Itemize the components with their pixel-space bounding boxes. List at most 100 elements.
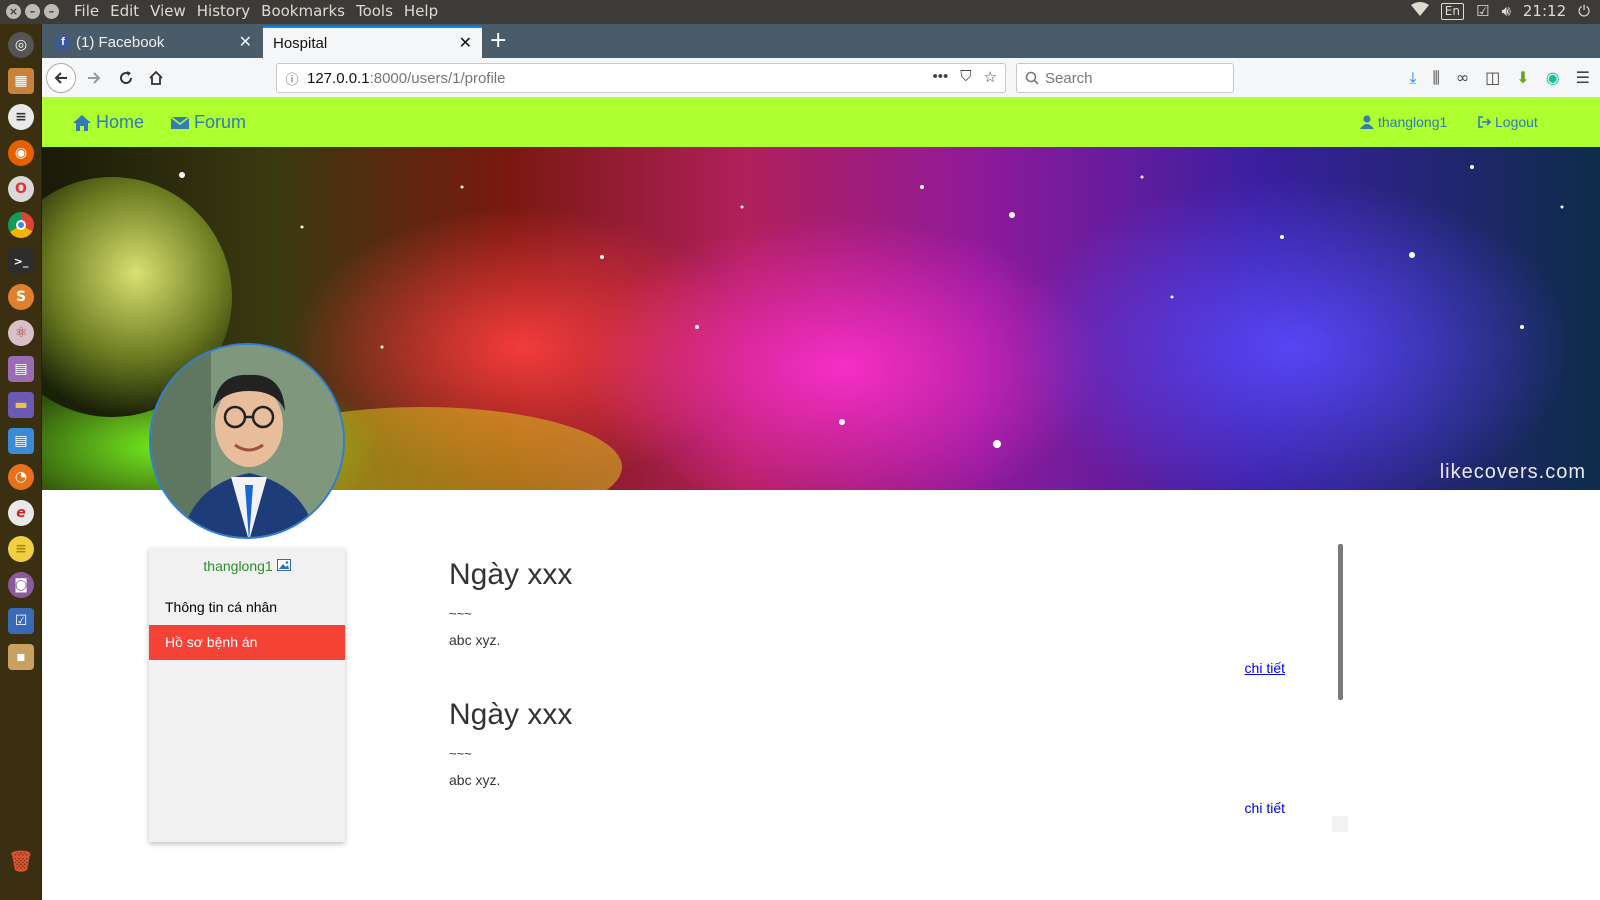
search-icon (1025, 71, 1039, 85)
menu-history[interactable]: History (197, 2, 250, 20)
notes-icon[interactable]: ≡ (8, 536, 34, 562)
webcam-icon[interactable]: ◙ (8, 572, 34, 598)
list-item: Ngày xxx ~~~ abc xyz. chi tiết (449, 684, 1285, 824)
chrome-icon[interactable] (8, 212, 34, 238)
app-launcher: ◎ ▦ ≡ ◉ O >_ S ⚛ ▤ ▬ ▤ ◔ e ≡ ◙ ☑ ▪ 🗑︎ (0, 24, 42, 900)
opera-icon[interactable]: O (8, 176, 34, 202)
entry-separator: ~~~ (449, 606, 472, 621)
sidebar-item-medical-records[interactable]: Hồ sơ bệnh án (149, 625, 345, 660)
avatar[interactable] (149, 343, 345, 539)
menu-view[interactable]: View (150, 2, 186, 20)
content-scrollbar[interactable] (1338, 544, 1343, 700)
disk-icon[interactable]: ≡ (8, 104, 34, 130)
app-menu-bar: File Edit View History Bookmarks Tools H… (74, 2, 438, 20)
browser-toolbar: ⓘ 127.0.0.1 :8000/users/1/profile ••• ⛉ … (42, 58, 1600, 98)
power-icon[interactable]: ⏻ (1578, 2, 1590, 20)
entry-detail-link[interactable]: chi tiết (1245, 800, 1285, 816)
search-placeholder: Search (1045, 69, 1093, 87)
minimize-window-button[interactable]: – (25, 4, 40, 19)
tasks-icon[interactable]: ☑ (8, 608, 34, 634)
firefox-icon[interactable]: ◉ (8, 140, 34, 166)
hamburger-menu-icon[interactable]: ☰ (1576, 68, 1590, 88)
cover-watermark: likecovers.com (1439, 461, 1586, 483)
nav-forum-link[interactable]: Forum (170, 112, 246, 133)
keyboard-layout-indicator[interactable]: En (1440, 2, 1464, 20)
page-actions-icon[interactable]: ••• (933, 68, 949, 86)
tab-title: (1) Facebook (76, 33, 165, 51)
nav-user-link[interactable]: thanglong1 (1360, 114, 1447, 130)
tab-facebook[interactable]: f (1) Facebook ✕ (46, 26, 262, 58)
private-mask-icon[interactable]: ∞ (1456, 68, 1469, 88)
menu-bookmarks[interactable]: Bookmarks (261, 2, 345, 20)
search-bar[interactable]: Search (1016, 63, 1234, 93)
terminal-icon[interactable]: >_ (8, 248, 34, 274)
nav-home-link[interactable]: Home (72, 112, 144, 133)
system-tray: En ☑ 🔊︎ 21:12 ⏻ (1410, 2, 1590, 20)
logout-icon (1478, 116, 1491, 128)
close-window-button[interactable]: × (6, 4, 21, 19)
archive-icon[interactable]: ▪ (8, 644, 34, 670)
url-host: 127.0.0.1 (307, 69, 370, 87)
sublime-icon[interactable]: S (8, 284, 34, 310)
web-page: Home Forum thanglong1 Logout likecovers.… (42, 98, 1600, 900)
close-tab-icon[interactable]: ✕ (459, 33, 472, 53)
menu-file[interactable]: File (74, 2, 99, 20)
tab-hospital[interactable]: Hospital ✕ (263, 26, 482, 58)
url-path: :8000/users/1/profile (369, 69, 506, 87)
tab-title: Hospital (273, 34, 328, 52)
home-button[interactable] (142, 64, 170, 92)
menu-tools[interactable]: Tools (356, 2, 393, 20)
entry-title: Ngày xxx (449, 698, 573, 731)
menu-edit[interactable]: Edit (110, 2, 139, 20)
checkbox-icon[interactable]: ☑ (1476, 2, 1489, 20)
wifi-icon[interactable] (1410, 2, 1429, 20)
forward-button[interactable] (80, 64, 108, 92)
volume-icon[interactable]: 🔊︎ (1501, 2, 1510, 20)
back-button[interactable] (46, 63, 76, 93)
document-icon[interactable]: ▤ (8, 428, 34, 454)
pocket-icon[interactable]: ⛉ (960, 68, 971, 86)
sidebar-toggle-icon[interactable]: ◫ (1485, 68, 1500, 88)
image-icon[interactable] (276, 559, 291, 571)
editor-e-icon[interactable]: e (8, 500, 34, 526)
user-icon (1360, 115, 1374, 129)
window-controls: × – – (6, 4, 59, 19)
ubuntu-dash-icon[interactable]: ◎ (8, 32, 34, 58)
home-icon (149, 70, 163, 85)
url-actions: ••• ⛉ ☆ (933, 68, 997, 86)
new-tab-button[interactable]: + (489, 28, 507, 53)
entry-description: abc xyz. (449, 772, 501, 788)
text-editor-icon[interactable]: ▤ (8, 356, 34, 382)
arrow-left-icon (54, 72, 67, 84)
nav-home-label: Home (96, 112, 145, 132)
scroll-corner (1332, 816, 1348, 832)
clock[interactable]: 21:12 (1523, 2, 1566, 20)
files-icon[interactable]: ▬ (8, 392, 34, 418)
nav-username: thanglong1 (1378, 114, 1448, 130)
trash-icon[interactable]: 🗑︎ (8, 848, 34, 874)
package-icon[interactable]: ▦ (8, 68, 34, 94)
nav-logout-label: Logout (1495, 114, 1538, 130)
library-icon[interactable]: ⫼ (1432, 68, 1439, 88)
browser-tab-bar: f (1) Facebook ✕ Hospital ✕ + (42, 24, 1600, 58)
download-icon[interactable]: ⤓ (1409, 68, 1416, 88)
site-info-icon[interactable]: ⓘ (277, 69, 307, 88)
sidebar-user: thanglong1 (149, 558, 345, 574)
close-tab-icon[interactable]: ✕ (239, 32, 252, 52)
system-top-bar: × – – File Edit View History Bookmarks T… (0, 0, 1600, 24)
sidebar-item-personal-info[interactable]: Thông tin cá nhân (149, 590, 345, 625)
extension-download-icon[interactable]: ⬇ (1516, 68, 1529, 88)
entry-detail-link[interactable]: chi tiết (1245, 660, 1285, 676)
menu-help[interactable]: Help (404, 2, 438, 20)
atom-icon[interactable]: ⚛ (8, 320, 34, 346)
reload-button[interactable] (112, 64, 140, 92)
site-navbar: Home Forum thanglong1 Logout (42, 98, 1600, 147)
maximize-window-button[interactable]: – (44, 4, 59, 19)
url-bar[interactable]: ⓘ 127.0.0.1 :8000/users/1/profile ••• ⛉ … (276, 63, 1006, 93)
software-center-icon[interactable]: ◔ (8, 464, 34, 490)
bookmark-star-icon[interactable]: ☆ (984, 68, 997, 86)
nav-logout-link[interactable]: Logout (1477, 114, 1538, 130)
envelope-icon (170, 115, 190, 129)
grammarly-icon[interactable]: ◉ (1546, 68, 1560, 88)
entry-description: abc xyz. (449, 632, 501, 648)
